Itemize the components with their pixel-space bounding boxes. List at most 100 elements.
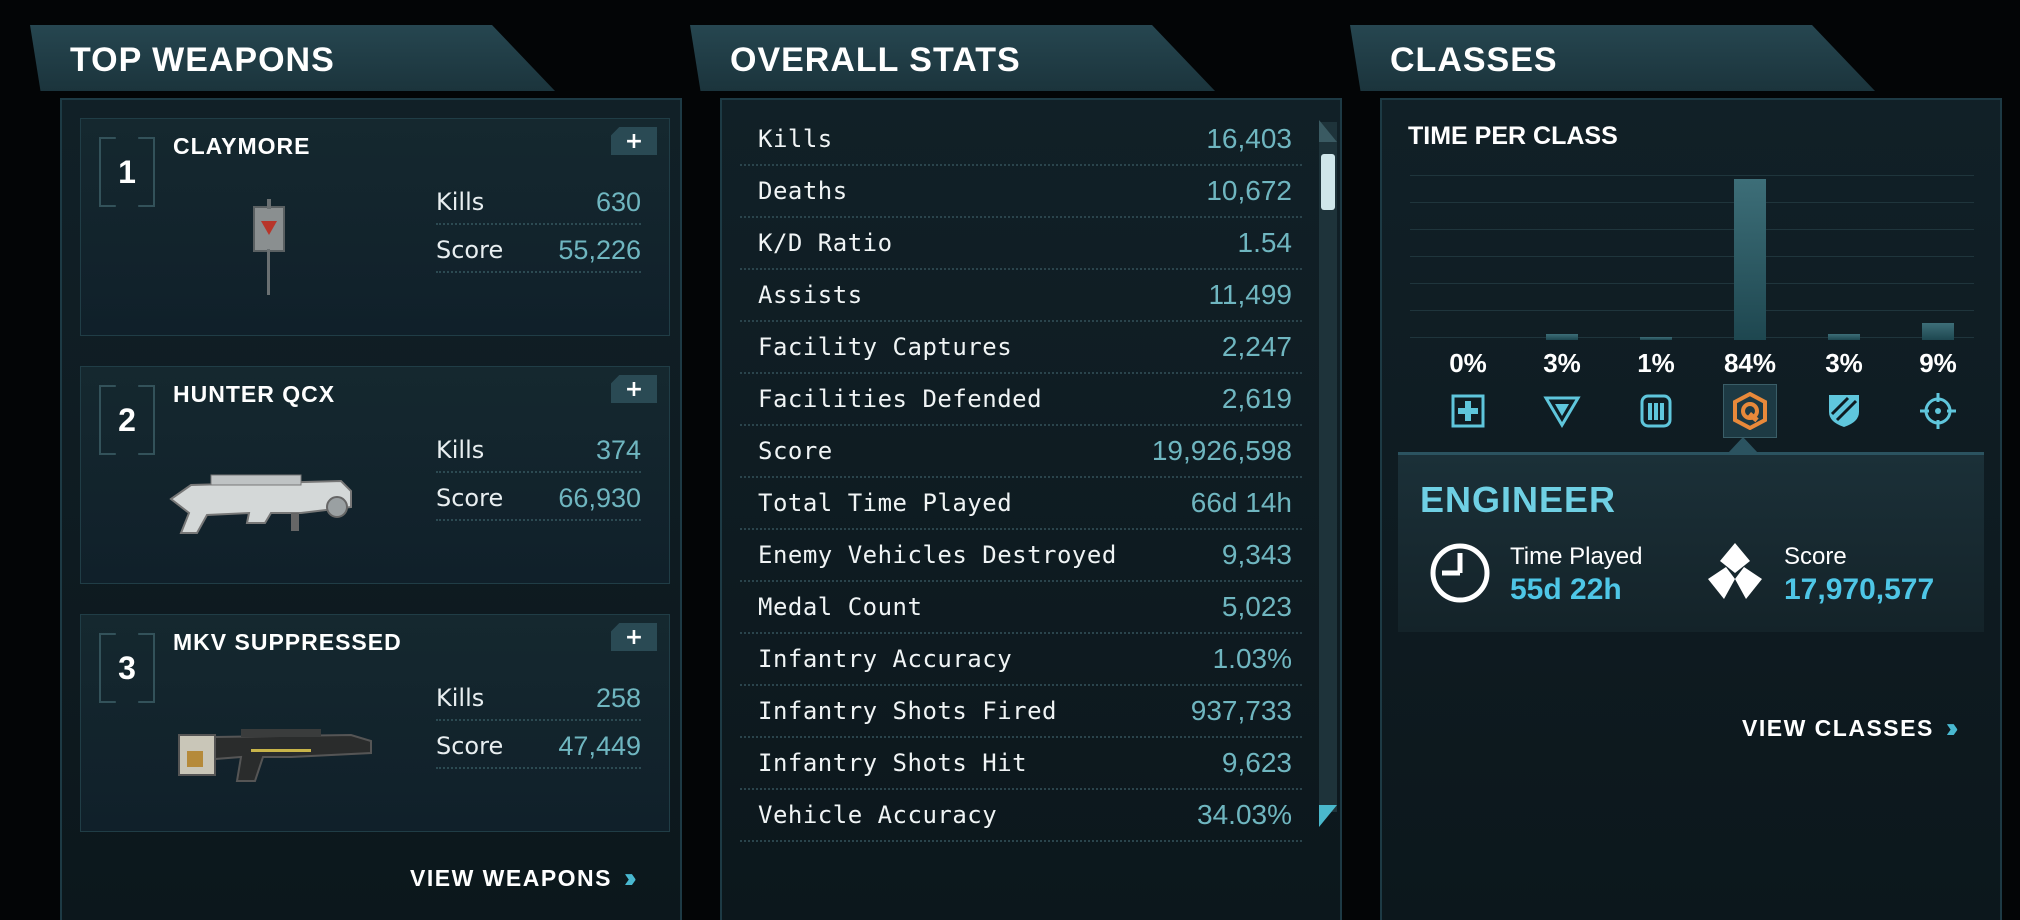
stat-label: Infantry Shots Hit bbox=[758, 749, 1028, 777]
double-chevron-right-icon: ›› bbox=[624, 862, 636, 893]
stat-row: Medal Count 5,023 bbox=[740, 582, 1302, 634]
time-per-class-title: TIME PER CLASS bbox=[1408, 122, 1618, 150]
top-weapons-tab: TOP WEAPONS bbox=[30, 25, 555, 91]
stat-value: 9,623 bbox=[1221, 747, 1292, 778]
mkv-suppressed-image bbox=[178, 729, 372, 782]
view-weapons-label: VIEW WEAPONS bbox=[410, 864, 613, 891]
stat-label: Facility Captures bbox=[758, 333, 1013, 361]
top-weapons-title: TOP WEAPONS bbox=[70, 41, 335, 79]
add-weapon-button[interactable]: + bbox=[611, 127, 657, 155]
score-label: Score bbox=[436, 236, 504, 264]
view-classes-link[interactable]: VIEW CLASSES ›› bbox=[1742, 712, 1958, 744]
weapon-kills-row: Kills 630 bbox=[436, 181, 641, 225]
stat-label: Kills bbox=[758, 125, 833, 153]
classes-title: CLASSES bbox=[1390, 41, 1558, 79]
stat-label: Medal Count bbox=[758, 593, 923, 621]
engineer-wrench-icon[interactable] bbox=[1723, 384, 1777, 438]
kills-value: 374 bbox=[595, 434, 641, 465]
weapon-score-row: Score 55,226 bbox=[436, 229, 641, 273]
stat-row: Facilities Defended 2,619 bbox=[740, 374, 1302, 426]
add-weapon-button[interactable]: + bbox=[611, 375, 657, 403]
stat-value: 19,926,598 bbox=[1151, 435, 1292, 466]
score-value: 66,930 bbox=[558, 482, 641, 513]
stat-label: Facilities Defended bbox=[758, 385, 1043, 413]
stat-label: Enemy Vehicles Destroyed bbox=[758, 541, 1117, 569]
view-weapons-link[interactable]: VIEW WEAPONS ›› bbox=[410, 862, 636, 894]
classes-panel: TIME PER CLASS ENGINEER Time Played 55d … bbox=[1380, 98, 2002, 920]
chart-gridline bbox=[1410, 283, 1974, 284]
stat-label: Total Time Played bbox=[758, 489, 1013, 517]
claymore-image bbox=[253, 199, 285, 295]
chart-gridline bbox=[1410, 337, 1974, 338]
overall-stats-tab: OVERALL STATS bbox=[690, 25, 1215, 91]
weapon-rank: 2 bbox=[99, 385, 155, 455]
score-value: 55,226 bbox=[558, 234, 641, 265]
weapon-card-3[interactable]: 3 MKV SUPPRESSED + Kills 258 Score 47,44… bbox=[80, 614, 670, 832]
time-per-class-chart bbox=[1410, 175, 1974, 340]
score-value: 47,449 bbox=[558, 730, 641, 761]
weapon-rank: 1 bbox=[99, 137, 155, 207]
kills-value: 258 bbox=[595, 682, 641, 713]
stat-value: 2,247 bbox=[1221, 331, 1292, 362]
chart-gridline bbox=[1410, 175, 1974, 176]
weapon-card-1[interactable]: 1 CLAYMORE + Kills 630 Score 55,226 bbox=[80, 118, 670, 336]
weapon-name: CLAYMORE bbox=[173, 133, 311, 159]
weapon-name: MKV SUPPRESSED bbox=[173, 629, 402, 655]
stat-row: Vehicle Accuracy 34.03% bbox=[740, 790, 1302, 842]
heavy-shield-icon[interactable] bbox=[1817, 384, 1871, 438]
classes-tab: CLASSES bbox=[1350, 25, 1875, 91]
kills-value: 630 bbox=[595, 186, 641, 217]
stat-value: 11,499 bbox=[1208, 279, 1292, 310]
chart-gridline bbox=[1410, 256, 1974, 257]
stat-value: 66d 14h bbox=[1190, 487, 1292, 518]
weapon-kills-row: Kills 374 bbox=[436, 429, 641, 473]
stat-row: Total Time Played 66d 14h bbox=[740, 478, 1302, 530]
stat-value: 10,672 bbox=[1206, 175, 1292, 206]
stat-row: Infantry Shots Hit 9,623 bbox=[740, 738, 1302, 790]
double-chevron-right-icon: ›› bbox=[1945, 712, 1958, 743]
class-bar bbox=[1546, 334, 1578, 340]
stat-value: 937,733 bbox=[1190, 695, 1292, 726]
weapon-kills-row: Kills 258 bbox=[436, 677, 641, 721]
view-classes-label: VIEW CLASSES bbox=[1742, 714, 1934, 741]
top-weapons-panel: 1 CLAYMORE + Kills 630 Score 55,226 2 HU… bbox=[60, 98, 682, 920]
crosshair-icon[interactable] bbox=[1911, 384, 1965, 438]
class-percent-label: 3% bbox=[1825, 348, 1863, 378]
weapon-score-row: Score 47,449 bbox=[436, 725, 641, 769]
kills-label: Kills bbox=[436, 188, 485, 216]
stats-scrollbar-thumb[interactable] bbox=[1321, 154, 1335, 210]
score-label: Score bbox=[436, 484, 504, 512]
medic-cross-icon[interactable] bbox=[1441, 384, 1495, 438]
stat-label: Vehicle Accuracy bbox=[758, 801, 998, 829]
infiltrator-triangle-icon[interactable] bbox=[1535, 384, 1589, 438]
stat-row: Kills 16,403 bbox=[740, 114, 1302, 166]
chart-gridline bbox=[1410, 310, 1974, 311]
weapon-card-2[interactable]: 2 HUNTER QCX + Kills 374 Score 66,930 bbox=[80, 366, 670, 584]
hunter-qcx-image bbox=[169, 474, 352, 534]
stat-value: 1.54 bbox=[1237, 227, 1293, 258]
time-played-value: 55d 22h bbox=[1510, 573, 1622, 606]
class-percent-label: 3% bbox=[1543, 348, 1581, 378]
add-weapon-button[interactable]: + bbox=[611, 623, 657, 651]
stat-label: Assists bbox=[758, 281, 863, 309]
stat-row: K/D Ratio 1.54 bbox=[740, 218, 1302, 270]
stat-row: Deaths 10,672 bbox=[740, 166, 1302, 218]
chart-gridline bbox=[1410, 229, 1974, 230]
stat-row: Infantry Accuracy 1.03% bbox=[740, 634, 1302, 686]
stats-scrollbar[interactable] bbox=[1319, 122, 1337, 812]
class-score-value: 17,970,577 bbox=[1784, 573, 1935, 606]
class-score-label: Score bbox=[1784, 543, 1847, 570]
class-bar bbox=[1734, 179, 1766, 340]
class-bar bbox=[1640, 337, 1672, 340]
chart-gridline bbox=[1410, 202, 1974, 203]
ammo-icon[interactable] bbox=[1629, 384, 1683, 438]
stat-label: Score bbox=[758, 437, 833, 465]
score-label: Score bbox=[436, 732, 504, 760]
class-bar bbox=[1828, 334, 1860, 340]
kills-label: Kills bbox=[436, 436, 485, 464]
class-percent-label: 84% bbox=[1723, 348, 1777, 378]
weapon-rank: 3 bbox=[99, 633, 155, 703]
kills-label: Kills bbox=[436, 684, 485, 712]
overall-stats-title: OVERALL STATS bbox=[730, 41, 1021, 79]
stat-label: Deaths bbox=[758, 177, 848, 205]
